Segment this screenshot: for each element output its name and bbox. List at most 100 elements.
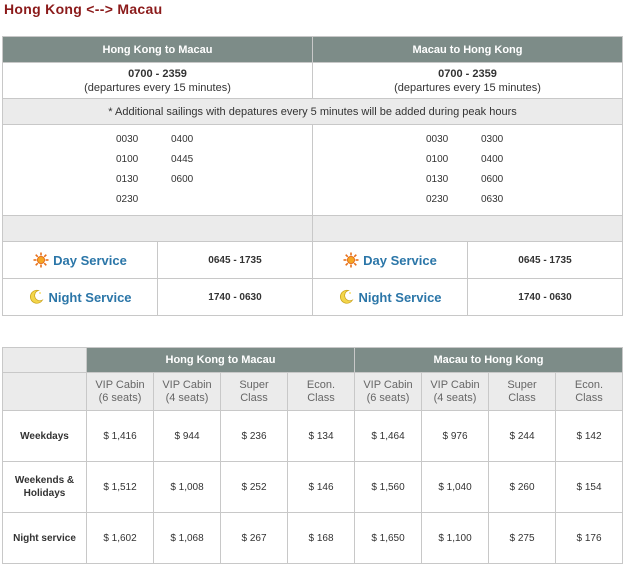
class-header: VIP Cabin (4 seats) (153, 372, 221, 411)
time-value: 0445 (171, 154, 194, 165)
row-label-text: Weekends & (14, 475, 75, 486)
time-value: 0030 (426, 134, 449, 145)
peak-hours-note: * Additional sailings with depatures eve… (2, 98, 623, 125)
fare-value: $ 1,464 (354, 410, 422, 462)
class-name: VIP Cabin (363, 378, 413, 391)
class-detail: Class (240, 391, 268, 404)
class-name: Econ. (574, 378, 604, 391)
class-header: Super Class (220, 372, 288, 411)
class-detail: (6 seats) (98, 391, 142, 404)
row-label: Weekdays (2, 410, 87, 462)
class-name: Super (507, 378, 537, 391)
time-value: 0130 (116, 174, 139, 185)
class-name: Econ. (306, 378, 336, 391)
schedule-table: Hong Kong to Macau Macau to Hong Kong 07… (2, 36, 623, 316)
service-name: Day Service (363, 252, 437, 268)
fare-value: $ 267 (220, 512, 288, 564)
row-label-text: Night service (13, 532, 76, 544)
fare-value: $ 1,602 (86, 512, 154, 564)
table-row: Weekdays $ 1,416 $ 944 $ 236 $ 134 $ 1,4… (2, 410, 623, 462)
hours-detail: (departures every 15 minutes) (394, 81, 541, 94)
sun-icon (343, 252, 359, 268)
fare-value: $ 1,416 (86, 410, 154, 462)
class-header: VIP Cabin (6 seats) (86, 372, 154, 411)
time-value: 0300 (481, 134, 504, 145)
class-header: VIP Cabin (6 seats) (354, 372, 422, 411)
class-header: Econ. Class (555, 372, 623, 411)
class-header: Econ. Class (287, 372, 355, 411)
hours-detail: (departures every 15 minutes) (84, 81, 231, 94)
fare-value: $ 1,068 (153, 512, 221, 564)
class-detail: Class (508, 391, 536, 404)
time-value: 0100 (426, 154, 449, 165)
fare-value: $ 1,008 (153, 461, 221, 513)
hours-hk-macau: 0700 - 2359 (departures every 15 minutes… (2, 62, 313, 99)
day-service-label: Day Service (2, 241, 158, 279)
fare-header-hk-macau: Hong Kong to Macau (86, 347, 355, 373)
moon-icon (338, 289, 354, 305)
class-header: Super Class (488, 372, 556, 411)
fare-value: $ 168 (287, 512, 355, 564)
fare-value: $ 1,650 (354, 512, 422, 564)
service-name: Night Service (48, 289, 132, 305)
hours-macau-hk: 0700 - 2359 (departures every 15 minutes… (312, 62, 623, 99)
schedule-header-macau-hk: Macau to Hong Kong (312, 36, 623, 63)
spacer-cell (312, 215, 623, 242)
extra-times-macau-hk: 0030 0300 0100 0400 0130 0600 0230 0630 (312, 124, 623, 216)
fare-value: $ 275 (488, 512, 556, 564)
time-value: 0400 (481, 154, 504, 165)
fare-value: $ 176 (555, 512, 623, 564)
time-value: 0400 (171, 134, 194, 145)
row-label-text: Holidays (23, 488, 66, 499)
fare-header-macau-hk: Macau to Hong Kong (354, 347, 623, 373)
row-label-text: Weekdays (20, 430, 69, 442)
class-name: VIP Cabin (430, 378, 480, 391)
class-detail: (4 seats) (165, 391, 209, 404)
corner-cell (2, 372, 87, 411)
day-service-time: 0645 - 1735 (157, 241, 313, 279)
time-value: 0600 (481, 174, 504, 185)
fare-value: $ 252 (220, 461, 288, 513)
sun-icon (33, 252, 49, 268)
day-service-label: Day Service (312, 241, 468, 279)
time-value: 0100 (116, 154, 139, 165)
fare-table: Hong Kong to Macau Macau to Hong Kong VI… (2, 347, 623, 564)
fare-value: $ 142 (555, 410, 623, 462)
fare-value: $ 146 (287, 461, 355, 513)
day-service-time: 0645 - 1735 (467, 241, 623, 279)
time-value: 0600 (171, 174, 194, 185)
fare-value: $ 244 (488, 410, 556, 462)
table-row: Night service $ 1,602 $ 1,068 $ 267 $ 16… (2, 512, 623, 564)
fare-value: $ 236 (220, 410, 288, 462)
fare-value: $ 260 (488, 461, 556, 513)
hours-range: 0700 - 2359 (438, 67, 497, 80)
night-service-time: 1740 - 0630 (157, 278, 313, 316)
service-name: Day Service (53, 252, 127, 268)
corner-cell (2, 347, 87, 373)
row-label: Weekends & Holidays (2, 461, 87, 513)
time-value: 0230 (426, 194, 449, 205)
time-value: 0130 (426, 174, 449, 185)
spacer-cell (2, 215, 313, 242)
night-service-label: Night Service (312, 278, 468, 316)
fare-value: $ 944 (153, 410, 221, 462)
class-header: VIP Cabin (4 seats) (421, 372, 489, 411)
class-name: Super (239, 378, 269, 391)
table-row: Weekends & Holidays $ 1,512 $ 1,008 $ 252… (2, 461, 623, 513)
schedule-header-hk-macau: Hong Kong to Macau (2, 36, 313, 63)
fare-value: $ 1,512 (86, 461, 154, 513)
time-value: 0030 (116, 134, 139, 145)
class-detail: Class (575, 391, 603, 404)
fare-value: $ 134 (287, 410, 355, 462)
fare-value: $ 1,040 (421, 461, 489, 513)
class-detail: Class (307, 391, 335, 404)
time-value (171, 193, 226, 207)
night-service-label: Night Service (2, 278, 158, 316)
page-title: Hong Kong <--> Macau (4, 1, 163, 17)
fare-value: $ 154 (555, 461, 623, 513)
class-detail: (6 seats) (366, 391, 410, 404)
service-name: Night Service (358, 289, 442, 305)
class-name: VIP Cabin (95, 378, 145, 391)
class-name: VIP Cabin (162, 378, 212, 391)
row-label: Night service (2, 512, 87, 564)
